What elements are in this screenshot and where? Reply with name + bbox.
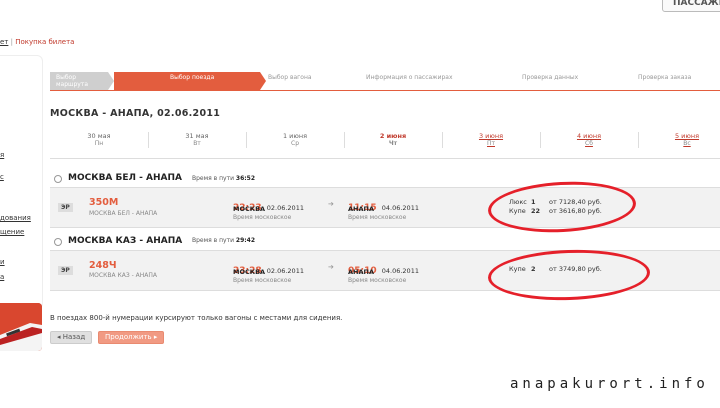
train-image [0, 303, 42, 351]
divider [50, 158, 720, 159]
departure-tz: Время московское [233, 214, 292, 221]
date-item-selected: 2 июня Чт [344, 132, 443, 148]
breadcrumb: ет | Покупка билета [0, 38, 75, 46]
step-car: Выбор вагона [268, 74, 312, 81]
train-type-badge: ЭР [58, 266, 73, 275]
station-radio[interactable] [54, 175, 62, 183]
date-selector: 30 мая Пн 31 мая Вт 1 июня Ср 2 июня Чт 3 ию… [50, 132, 720, 154]
sidebar-item[interactable]: с [0, 173, 30, 181]
train-number[interactable]: 350М [89, 197, 118, 208]
steps-underline [50, 90, 720, 91]
info-note: В поездах 800-й нумерации курсируют толь… [50, 314, 343, 322]
departure-city: МОСКВА [233, 268, 266, 276]
sidebar-item[interactable]: и [0, 258, 30, 266]
sidebar-item[interactable]: а [0, 273, 30, 281]
step-check-data: Проверка данных [522, 74, 579, 81]
sidebar-item[interactable]: щение [0, 228, 30, 236]
progress-steps: Выбор маршрута Выбор поезда Выбор вагона… [50, 72, 720, 90]
top-bar [0, 0, 720, 14]
date-item[interactable]: 1 июня Ср [246, 132, 345, 148]
step-train: Выбор поезда [164, 72, 260, 90]
arrow-right-icon: ➔ [328, 200, 334, 208]
step-passengers: Информация о пассажирах [366, 74, 453, 81]
arrow-right-icon: ➔ [328, 263, 334, 271]
departure-tz: Время московское [233, 277, 292, 284]
arrow-right-icon: ▸ [153, 333, 158, 341]
arrival-tz: Время московское [348, 214, 407, 221]
station-name: МОСКВА КАЗ - АНАПА [68, 236, 183, 246]
step-check-order: Проверка заказа [638, 74, 692, 81]
train-route: МОСКВА БЕЛ - АНАПА [89, 210, 158, 217]
departure-city: МОСКВА [233, 205, 266, 213]
travel-time: Время в пути 29:42 [192, 237, 256, 244]
sidebar [0, 55, 43, 309]
train-number[interactable]: 248Ч [89, 260, 117, 271]
arrival-city: АНАПА [348, 268, 374, 276]
step-arrow-icon [108, 72, 114, 90]
sidebar-item[interactable]: я [0, 151, 30, 159]
step-route[interactable]: Выбор маршрута [50, 72, 108, 90]
date-item[interactable]: 4 июня Сб [540, 132, 639, 148]
date-item[interactable]: 30 мая Пн [50, 132, 149, 148]
arrival-city: АНАПА [348, 205, 374, 213]
date-item[interactable]: 31 мая Вт [148, 132, 247, 148]
watermark: anapakurort.info [510, 376, 709, 392]
station-radio[interactable] [54, 238, 62, 246]
train-type-badge: ЭР [58, 203, 73, 212]
breadcrumb-prev[interactable]: ет [0, 38, 8, 46]
breadcrumb-current[interactable]: Покупка билета [15, 38, 74, 46]
back-button[interactable]: ◂ Назад [50, 331, 93, 344]
arrow-left-icon: ◂ [57, 333, 61, 341]
sidebar-item[interactable]: дования [0, 214, 31, 222]
passengers-button[interactable]: ПАССАЖИ [662, 0, 720, 12]
page-title: МОСКВА - АНАПА, 02.06.2011 [50, 108, 221, 119]
station-name: МОСКВА БЕЛ - АНАПА [68, 173, 182, 183]
continue-button[interactable]: Продолжить ▸ [98, 331, 165, 344]
arrival-tz: Время московское [348, 277, 407, 284]
train-route: МОСКВА КАЗ - АНАПА [89, 272, 158, 279]
date-item[interactable]: 5 июня Вс [638, 132, 720, 148]
travel-time: Время в пути 36:52 [192, 175, 256, 182]
date-item[interactable]: 3 июня Пт [442, 132, 541, 148]
